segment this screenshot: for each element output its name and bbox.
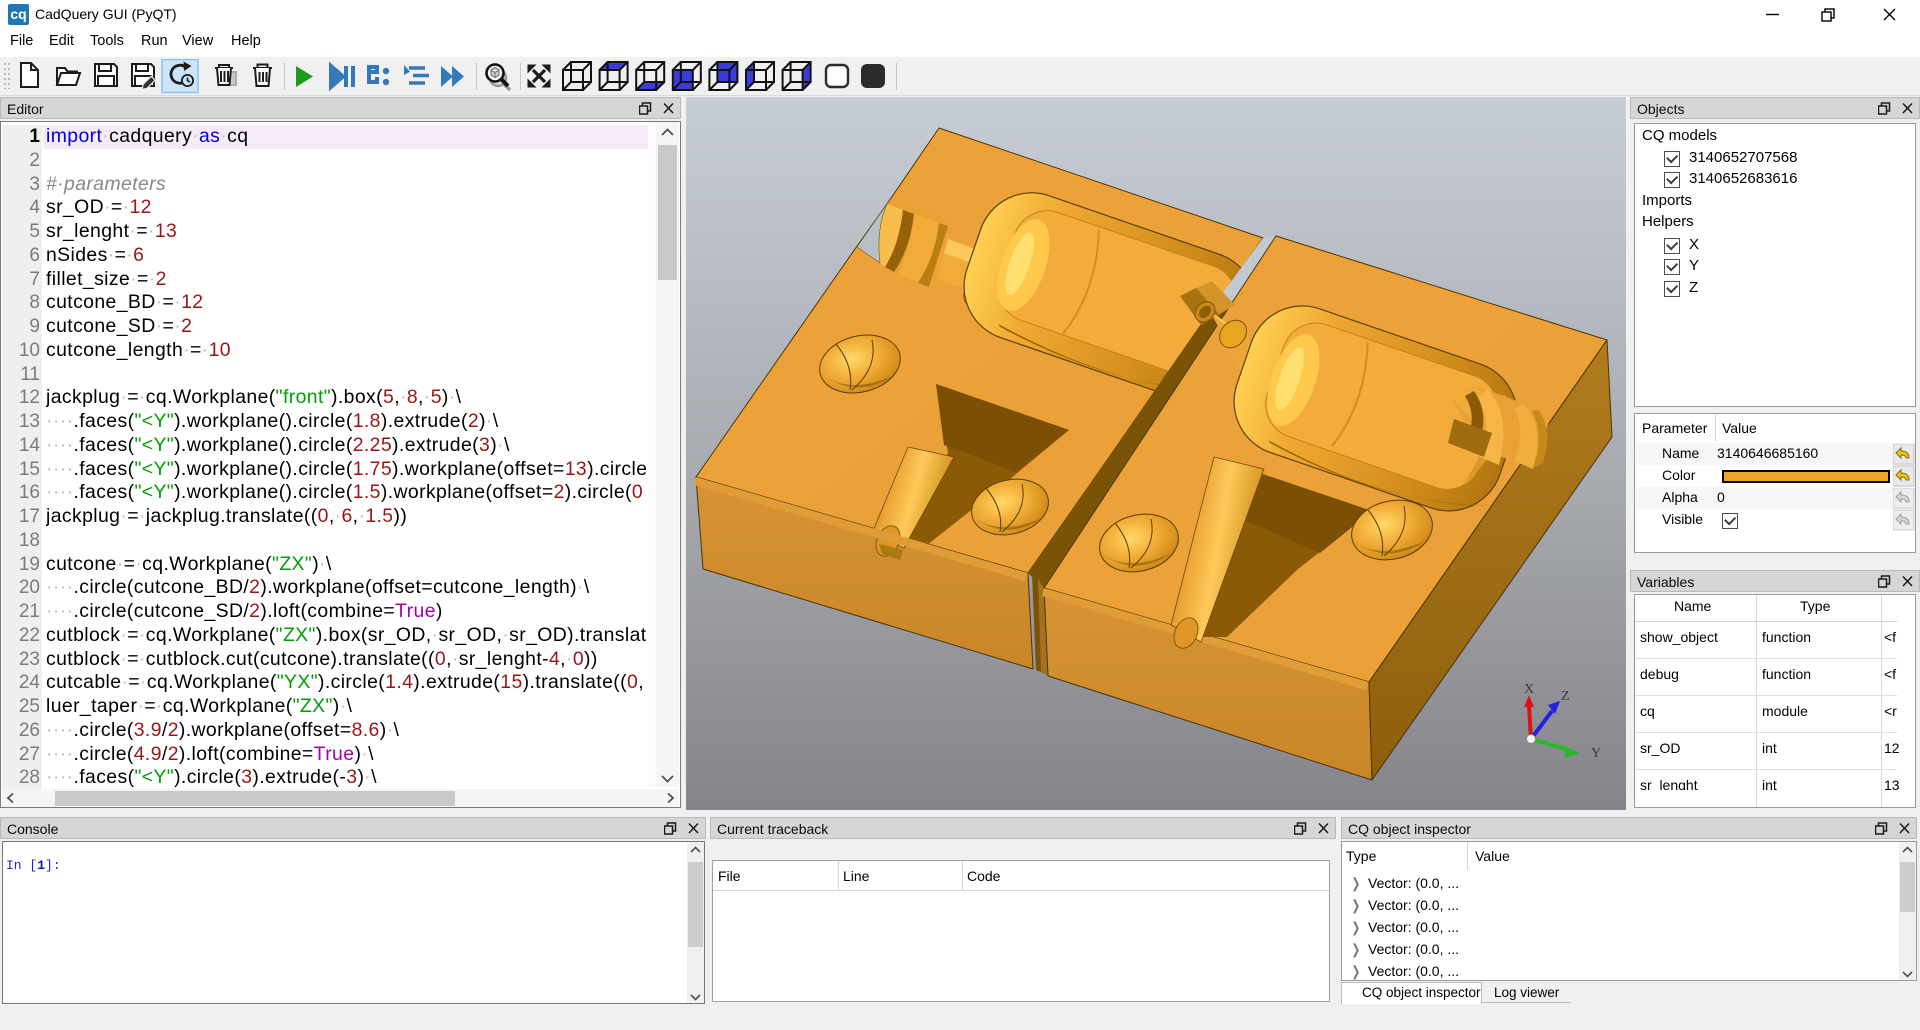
svg-text:Z: Z <box>1561 689 1570 704</box>
svg-text:Y: Y <box>1591 746 1601 761</box>
svg-text:X: X <box>1524 682 1534 697</box>
